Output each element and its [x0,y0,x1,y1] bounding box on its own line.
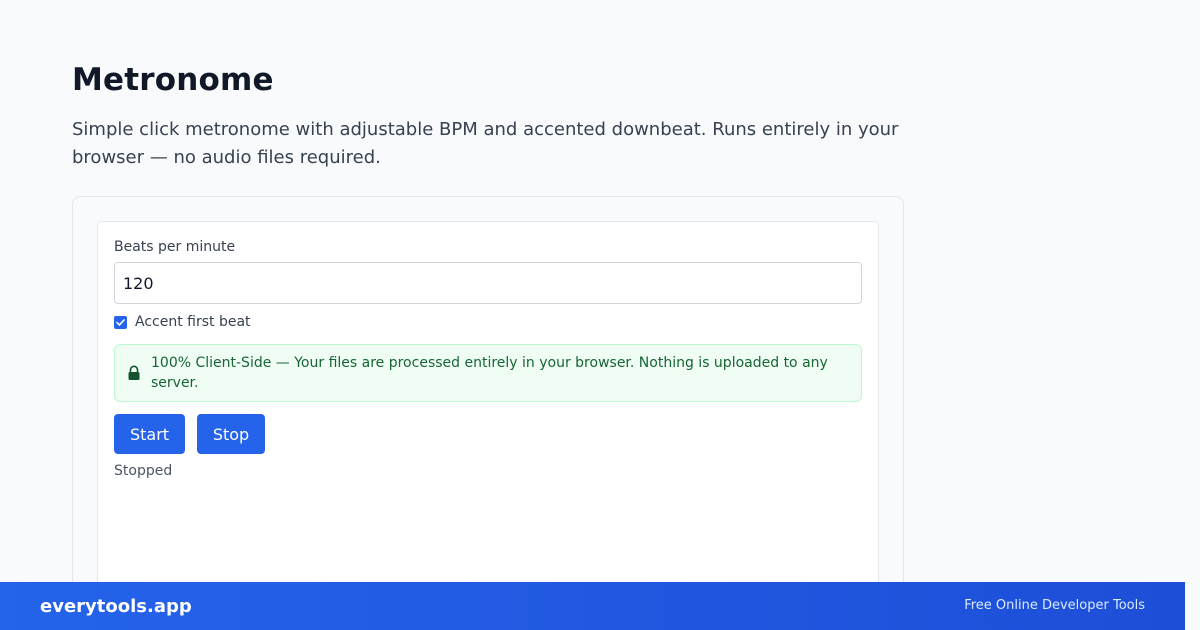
footer-brand[interactable]: everytools.app [40,596,192,617]
accent-option[interactable]: Accent first beat [114,313,251,331]
bpm-label: Beats per minute [114,239,236,255]
notice-text: 100% Client-Side — Your files are proces… [151,355,828,391]
accent-checkbox[interactable] [114,315,127,329]
lock-icon [128,365,140,380]
client-side-notice: 100% Client-Side — Your files are proces… [114,344,862,402]
accent-label: Accent first beat [135,314,251,330]
page-title: Metronome [72,62,274,98]
checkmark-icon [116,318,125,326]
footer-tagline: Free Online Developer Tools [964,597,1145,613]
status-text: Stopped [114,463,173,479]
footer: everytools.app Free Online Developer Too… [0,582,1185,630]
stop-button[interactable]: Stop [197,414,265,454]
start-button[interactable]: Start [114,414,185,454]
page-description: Simple click metronome with adjustable B… [72,119,899,168]
bpm-input[interactable] [114,262,862,304]
